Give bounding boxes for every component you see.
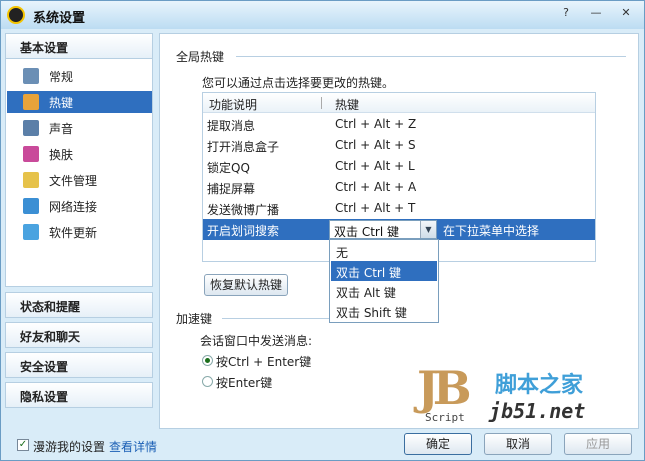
help-button[interactable]: ?	[557, 5, 575, 21]
cancel-button[interactable]: 取消	[484, 433, 552, 455]
roaming-label[interactable]: 漫游我的设置	[33, 438, 105, 455]
table-row[interactable]: 打开消息盒子 Ctrl + Alt + S	[203, 135, 595, 156]
window-title: 系统设置	[33, 11, 86, 26]
category-security[interactable]: 安全设置	[5, 352, 153, 378]
sidebar-item-skin[interactable]: 换肤	[7, 143, 152, 165]
row-hotkey: Ctrl + Alt + S	[335, 138, 416, 152]
section-title-global-hotkeys: 全局热键	[176, 50, 225, 64]
sidebar-item-label: 软件更新	[49, 226, 98, 240]
speaker-icon	[23, 120, 39, 136]
row-function: 打开消息盒子	[207, 140, 280, 154]
combobox-value: 双击 Ctrl 键	[334, 225, 399, 239]
dropdown-option[interactable]: 双击 Alt 键	[331, 281, 437, 301]
sidebar-item-label: 换肤	[49, 148, 74, 162]
sidebar-item-label: 文件管理	[49, 174, 98, 188]
sidebar: 基本设置 常规 热键 声音 换肤 文件管理 网络连接 软件更新 状态和提醒 好友…	[5, 33, 155, 429]
row-function: 捕捉屏幕	[207, 182, 256, 196]
sidebar-item-network[interactable]: 网络连接	[7, 195, 152, 217]
row-function: 开启划词搜索	[207, 224, 280, 238]
watermark-logo: JB Script 脚本之家 jb51.net	[417, 361, 639, 429]
sidebar-item-label: 热键	[49, 96, 74, 110]
radio-enter[interactable]	[202, 376, 213, 387]
table-row-selected[interactable]: 开启划词搜索 双击 Ctrl 键 ▼ 在下拉菜单中选择	[203, 219, 595, 240]
basic-settings-list: 常规 热键 声音 换肤 文件管理 网络连接 软件更新	[5, 59, 153, 287]
category-basic-settings[interactable]: 基本设置	[5, 33, 153, 59]
table-row[interactable]: 提取消息 Ctrl + Alt + Z	[203, 114, 595, 135]
category-friends-chat[interactable]: 好友和聊天	[5, 322, 153, 348]
details-link[interactable]: 查看详情	[109, 438, 157, 455]
hotkey-icon	[23, 94, 39, 110]
dropdown-option[interactable]: 双击 Shift 键	[331, 301, 437, 321]
radio-label-ctrl-enter[interactable]: 按Ctrl + Enter键	[216, 353, 311, 370]
sidebar-item-update[interactable]: 软件更新	[7, 221, 152, 243]
row-hotkey: Ctrl + Alt + L	[335, 159, 415, 173]
table-row[interactable]: 发送微博广播 Ctrl + Alt + T	[203, 198, 595, 219]
table-row[interactable]: 捕捉屏幕 Ctrl + Alt + A	[203, 177, 595, 198]
general-icon	[23, 68, 39, 84]
divider	[236, 56, 626, 57]
row-hotkey: Ctrl + Alt + Z	[335, 117, 417, 131]
row-hotkey: Ctrl + Alt + A	[335, 180, 417, 194]
sidebar-item-sound[interactable]: 声音	[7, 117, 152, 139]
chevron-down-icon[interactable]: ▼	[420, 221, 436, 238]
update-icon	[23, 224, 39, 240]
sidebar-item-file-management[interactable]: 文件管理	[7, 169, 152, 191]
hotkey-dropdown-list: 无 双击 Ctrl 键 双击 Alt 键 双击 Shift 键	[329, 239, 439, 323]
watermark-script: Script	[425, 411, 465, 424]
radio-ctrl-enter[interactable]	[202, 355, 213, 366]
row-hotkey: Ctrl + Alt + T	[335, 201, 416, 215]
row-function: 提取消息	[207, 119, 256, 133]
column-separator	[321, 97, 322, 109]
table-row[interactable]: 锁定QQ Ctrl + Alt + L	[203, 156, 595, 177]
watermark-site-cn: 脚本之家	[495, 373, 584, 398]
column-header-function: 功能说明	[209, 98, 258, 112]
category-privacy[interactable]: 隐私设置	[5, 382, 153, 408]
roaming-checkbox[interactable]: ✓	[17, 439, 29, 451]
apply-button[interactable]: 应用	[564, 433, 632, 455]
minimize-button[interactable]: —	[587, 5, 605, 21]
table-header: 功能说明 热键	[203, 93, 595, 113]
row-function: 发送微博广播	[207, 203, 280, 217]
ok-button[interactable]: 确定	[404, 433, 472, 455]
section-title-accelerator: 加速键	[176, 312, 213, 326]
qq-penguin-icon	[7, 6, 25, 24]
restore-default-hotkeys-button[interactable]: 恢复默认热键	[204, 274, 288, 296]
sidebar-item-hotkey[interactable]: 热键	[7, 91, 152, 113]
sidebar-item-label: 网络连接	[49, 200, 98, 214]
sidebar-item-label: 声音	[49, 122, 74, 136]
dropdown-option-selected[interactable]: 双击 Ctrl 键	[331, 261, 437, 281]
settings-window: 系统设置 ? — ✕ 基本设置 常规 热键 声音 换肤 文件管理 网络连接 软件…	[0, 0, 645, 461]
hotkey-combobox[interactable]: 双击 Ctrl 键 ▼	[329, 220, 437, 239]
row-function: 锁定QQ	[207, 161, 250, 175]
title-bar: 系统设置 ? — ✕	[1, 1, 644, 29]
hotkey-table: 功能说明 热键 提取消息 Ctrl + Alt + Z 打开消息盒子 Ctrl …	[202, 92, 596, 262]
category-status-reminders[interactable]: 状态和提醒	[5, 292, 153, 318]
network-icon	[23, 198, 39, 214]
accelerator-subtitle: 会话窗口中发送消息:	[200, 334, 313, 348]
column-header-hotkey: 热键	[335, 98, 360, 112]
watermark-brand: JB	[417, 361, 472, 415]
row-hint: 在下拉菜单中选择	[443, 224, 540, 238]
dropdown-option[interactable]: 无	[331, 241, 437, 261]
skin-icon	[23, 146, 39, 162]
close-button[interactable]: ✕	[617, 5, 635, 21]
sidebar-item-label: 常规	[49, 70, 74, 84]
radio-label-enter[interactable]: 按Enter键	[216, 374, 272, 391]
sidebar-item-general[interactable]: 常规	[7, 65, 152, 87]
hotkey-description: 您可以通过点击选择要更改的热键。	[202, 76, 395, 90]
watermark-site-url: jb51.net	[489, 399, 586, 423]
folder-icon	[23, 172, 39, 188]
